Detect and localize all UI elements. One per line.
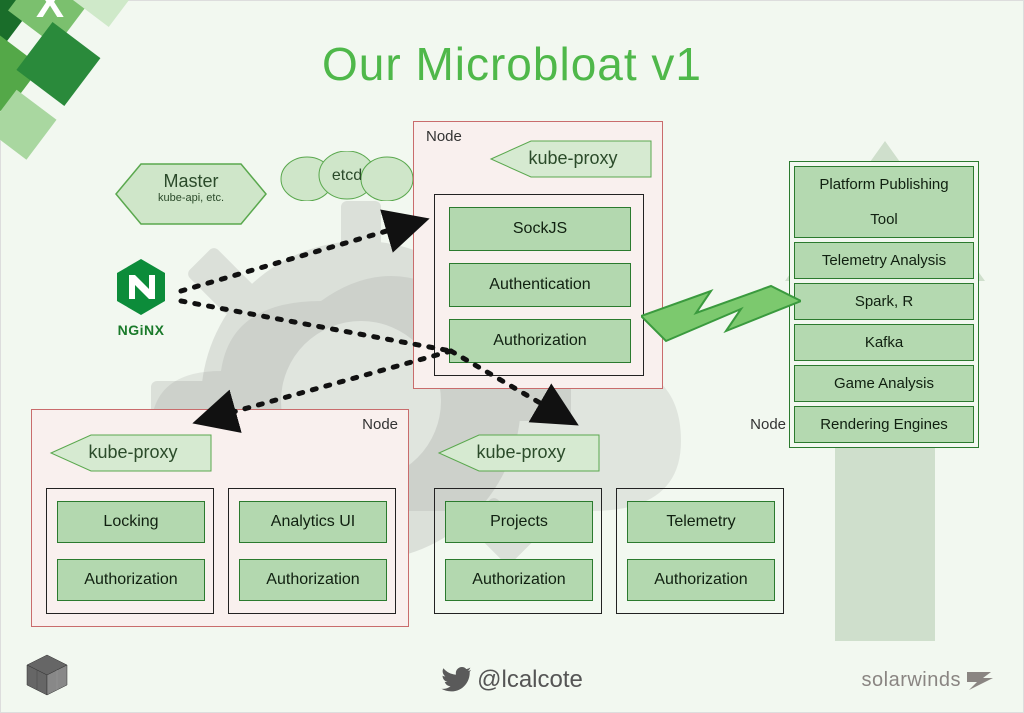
nginx-word: NGiNX <box>101 322 181 338</box>
service-box: Authorization <box>445 559 593 601</box>
stack-item: Rendering Engines <box>794 406 974 443</box>
master-title: Master <box>101 159 281 192</box>
service-box: Authorization <box>627 559 775 601</box>
stack-item: Kafka <box>794 324 974 361</box>
solarwinds-flag-icon <box>965 670 993 692</box>
service-box: Locking <box>57 501 205 543</box>
kube-proxy-label: kube-proxy <box>486 138 656 178</box>
service-box: Projects <box>445 501 593 543</box>
pod: Projects Authorization <box>434 488 602 614</box>
node-bottom-left: Node kube-proxy Locking Authorization An… <box>31 409 409 627</box>
pod: Analytics UI Authorization <box>228 488 396 614</box>
kube-proxy-shape: kube-proxy <box>486 138 656 180</box>
nginx-logo: NGiNX <box>101 257 181 338</box>
service-box: Authorization <box>57 559 205 601</box>
pod: Locking Authorization <box>46 488 214 614</box>
slide-title: Our Microbloat v1 <box>322 37 702 91</box>
routing-arrows <box>171 201 601 441</box>
stack-item: Tool <box>794 202 974 238</box>
pod: Telemetry Authorization <box>616 488 784 614</box>
node-label: Node <box>750 416 786 433</box>
etcd-label: etcd <box>332 167 362 184</box>
lightning-bolt-icon <box>641 271 801 371</box>
stack-item: Telemetry Analysis <box>794 242 974 279</box>
vendor-logo: solarwinds <box>862 669 993 692</box>
twitter-bird-icon <box>441 667 471 693</box>
cube-icon <box>17 650 77 700</box>
stack-item: Spark, R <box>794 283 974 320</box>
service-box: Telemetry <box>627 501 775 543</box>
svg-text:X: X <box>36 0 64 26</box>
node-bottom-right: Node kube-proxy Projects Authorization T… <box>419 409 797 627</box>
stack-item: Game Analysis <box>794 365 974 402</box>
twitter-handle: @lcalcote <box>441 666 583 694</box>
node-label: Node <box>426 128 462 145</box>
service-box: Authorization <box>239 559 387 601</box>
stack-item: Platform Publishing <box>794 166 974 202</box>
etcd-shape: etcd <box>277 151 417 201</box>
service-box: Analytics UI <box>239 501 387 543</box>
analysis-stack: Platform Publishing Tool Telemetry Analy… <box>789 161 979 448</box>
